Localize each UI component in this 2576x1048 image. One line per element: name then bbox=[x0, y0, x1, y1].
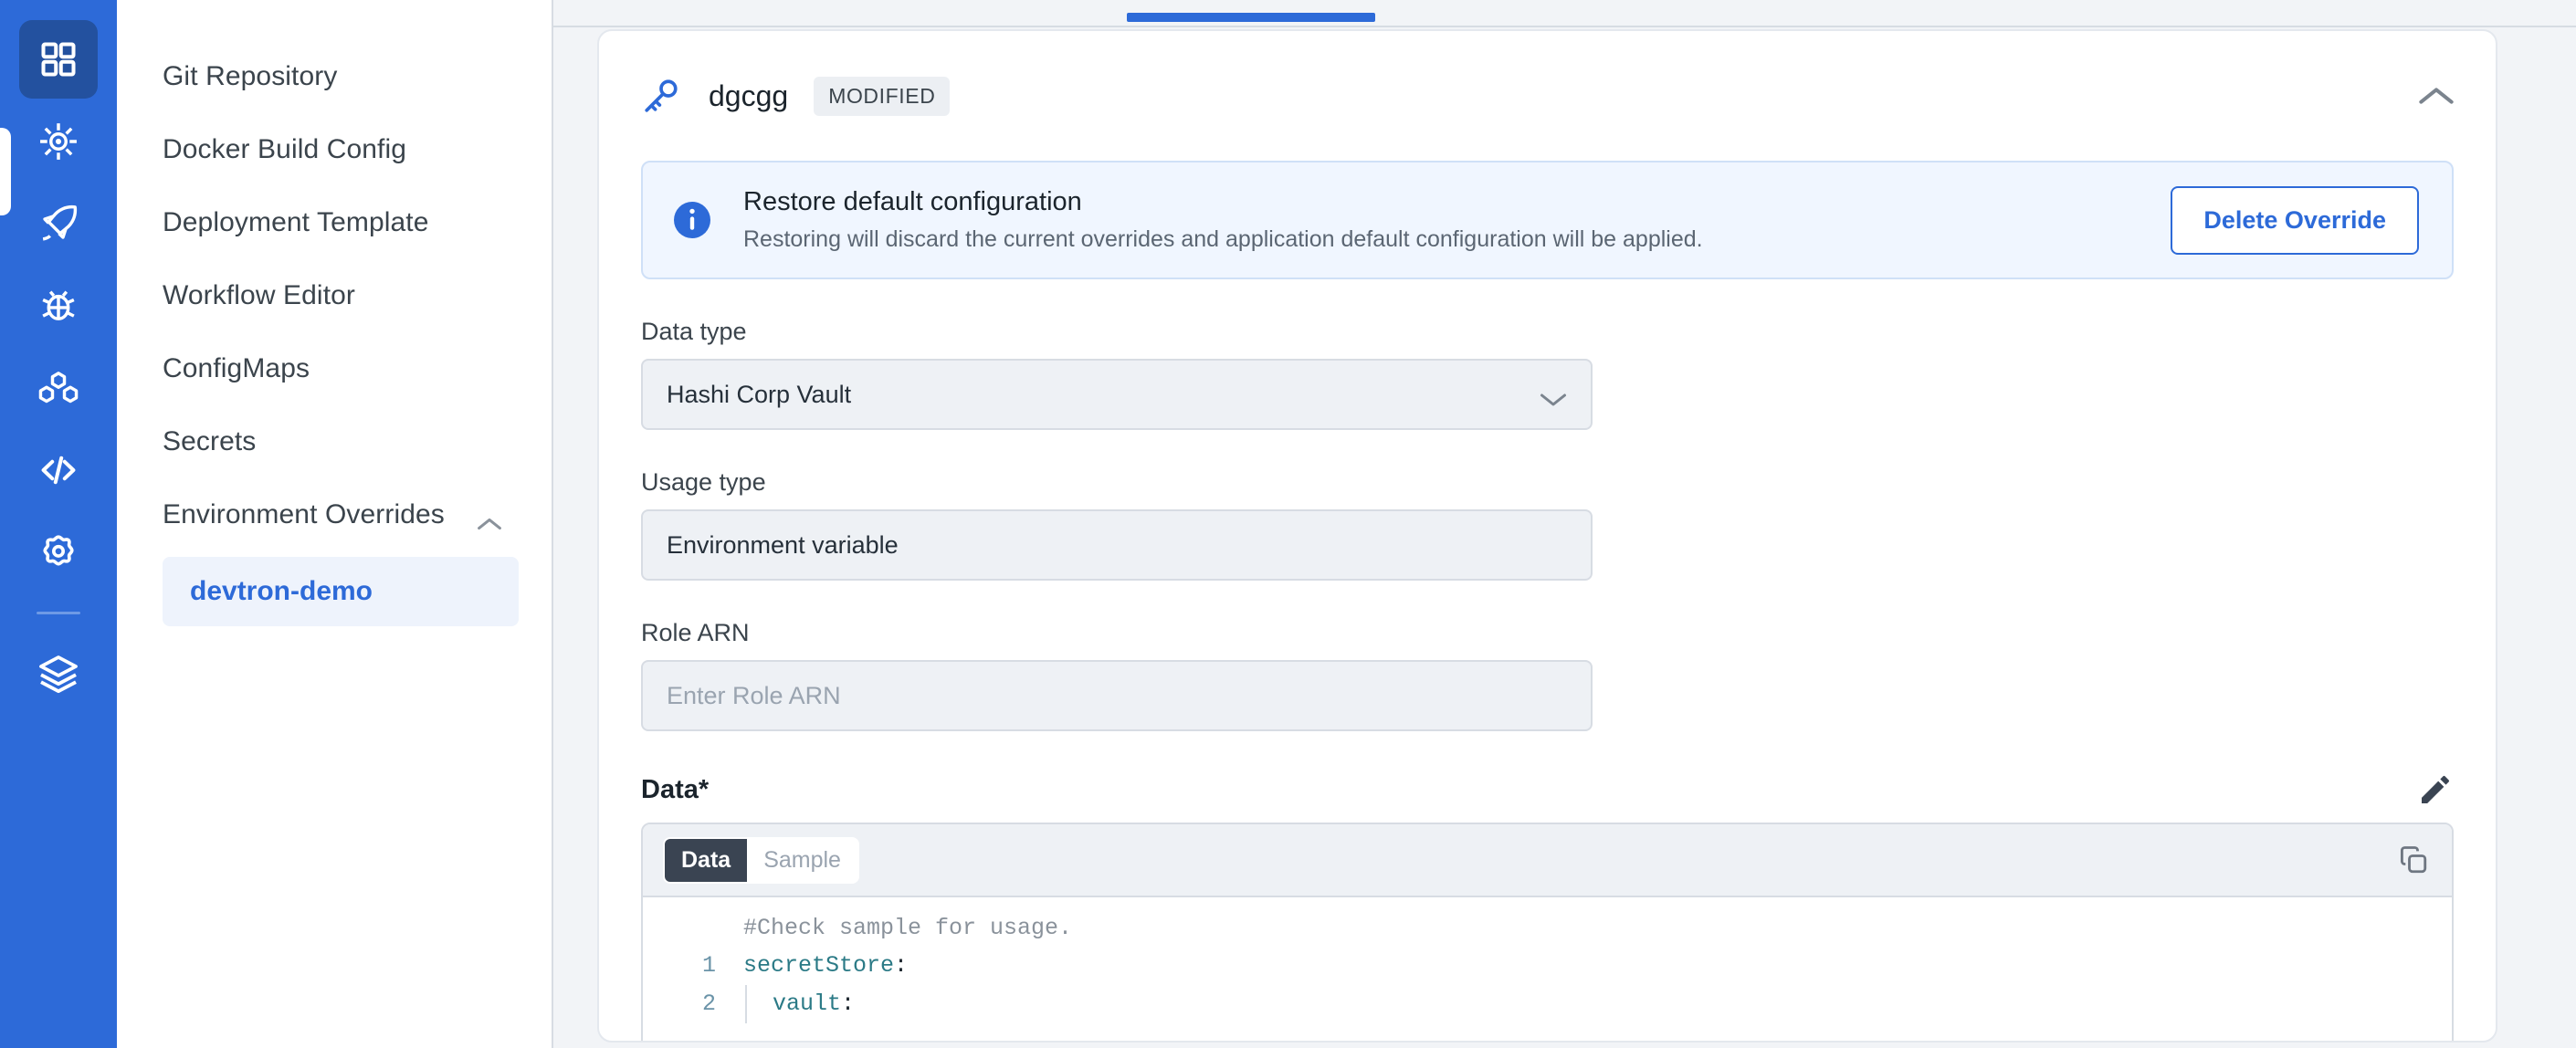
chevron-up-icon bbox=[477, 508, 502, 530]
chevron-up-icon bbox=[2418, 85, 2455, 111]
data-section-label: Data* bbox=[641, 774, 710, 804]
sidebar-item-label: devtron-demo bbox=[190, 576, 373, 606]
rail-item-deployments[interactable] bbox=[19, 184, 98, 263]
line-number: 2 bbox=[701, 990, 716, 1017]
sidebar-item-docker-build-config[interactable]: Docker Build Config bbox=[117, 113, 552, 186]
copy-icon[interactable] bbox=[2397, 844, 2430, 876]
indent-guide: vault: bbox=[745, 985, 855, 1023]
sidebar-item-devtron-demo[interactable]: devtron-demo bbox=[163, 557, 519, 626]
role-arn-placeholder: Enter Role ARN bbox=[667, 681, 841, 709]
rail-item-code[interactable] bbox=[19, 431, 98, 509]
rail-item-global-configurations[interactable] bbox=[19, 513, 98, 592]
sidebar-item-label: ConfigMaps bbox=[163, 353, 310, 383]
rail-divider bbox=[37, 612, 80, 614]
secret-config-card: dgcgg MODIFIED Restore default configura… bbox=[597, 29, 2497, 1043]
rail-item-security[interactable] bbox=[19, 267, 98, 345]
card-header: dgcgg MODIFIED bbox=[641, 64, 2454, 128]
helm-chart-icon bbox=[37, 121, 79, 162]
chevron-down-icon bbox=[1540, 386, 1567, 406]
banner-subtitle: Restoring will discard the current overr… bbox=[743, 226, 1703, 252]
code-line: 2 vault: bbox=[643, 985, 2452, 1023]
sidebar-item-configmaps[interactable]: ConfigMaps bbox=[117, 332, 552, 405]
restore-default-banner: Restore default configuration Restoring … bbox=[641, 161, 2454, 279]
usage-type-value: Environment variable bbox=[667, 530, 899, 559]
code-comment: #Check sample for usage. bbox=[743, 915, 1073, 941]
sidebar-item-workflow-editor[interactable]: Workflow Editor bbox=[117, 259, 552, 332]
usage-type-label: Usage type bbox=[641, 468, 766, 496]
card-collapse-button[interactable] bbox=[2415, 82, 2457, 113]
page-title: dgcgg bbox=[709, 79, 789, 112]
bug-icon bbox=[37, 285, 79, 327]
role-arn-input[interactable]: Enter Role ARN bbox=[641, 660, 1593, 731]
sidebar-item-label: Deployment Template bbox=[163, 207, 429, 237]
role-arn-label: Role ARN bbox=[641, 619, 750, 646]
editor-toolbar: Data Sample bbox=[643, 824, 2452, 897]
usage-type-field[interactable]: Environment variable bbox=[641, 509, 1593, 581]
code-key: secretStore bbox=[743, 952, 895, 979]
sidebar-item-git-repository[interactable]: Git Repository bbox=[117, 40, 552, 113]
rail-item-clusters[interactable] bbox=[19, 349, 98, 427]
data-section-header: Data* bbox=[641, 771, 2454, 808]
status-badge: MODIFIED bbox=[814, 76, 951, 116]
rail-item-stack-manager[interactable] bbox=[19, 634, 98, 713]
app-root: Git Repository Docker Build Config Deplo… bbox=[0, 0, 2576, 1048]
editor-tab-group: Data Sample bbox=[663, 836, 859, 884]
banner-text: Restore default configuration Restoring … bbox=[743, 187, 2171, 253]
rail-active-notch bbox=[0, 128, 11, 215]
tab-sample[interactable]: Sample bbox=[747, 838, 857, 882]
apps-grid-icon bbox=[38, 39, 79, 79]
sidebar-group-label: Environment Overrides bbox=[163, 499, 445, 529]
delete-override-button[interactable]: Delete Override bbox=[2171, 185, 2419, 255]
banner-title: Restore default configuration bbox=[743, 187, 1082, 216]
line-number: 1 bbox=[701, 952, 716, 979]
top-tab-strip bbox=[553, 0, 2576, 27]
sidebar-item-secrets[interactable]: Secrets bbox=[117, 405, 552, 478]
data-type-label: Data type bbox=[641, 318, 747, 345]
rocket-icon bbox=[37, 203, 79, 245]
code-key: vault bbox=[773, 990, 842, 1017]
sidebar-item-label: Workflow Editor bbox=[163, 280, 356, 310]
data-type-value: Hashi Corp Vault bbox=[667, 380, 852, 408]
content-area: dgcgg MODIFIED Restore default configura… bbox=[553, 0, 2576, 1048]
rail-item-applications[interactable] bbox=[19, 20, 98, 99]
gear-icon bbox=[37, 531, 79, 573]
key-icon bbox=[641, 76, 681, 116]
code-body[interactable]: #Check sample for usage. 1 secretStore: … bbox=[643, 897, 2452, 1023]
primary-icon-rail bbox=[0, 0, 117, 1048]
tab-data[interactable]: Data bbox=[665, 838, 748, 882]
data-code-editor[interactable]: Data Sample #Check sample for usage. 1 s… bbox=[641, 823, 2454, 1041]
sidebar-item-deployment-template[interactable]: Deployment Template bbox=[117, 186, 552, 259]
code-punct: : bbox=[841, 990, 856, 1017]
info-icon bbox=[670, 198, 714, 242]
clusters-icon bbox=[37, 367, 79, 409]
code-icon bbox=[37, 448, 80, 492]
stack-icon bbox=[37, 652, 80, 696]
config-sidebar: Git Repository Docker Build Config Deplo… bbox=[117, 0, 553, 1048]
sidebar-item-label: Docker Build Config bbox=[163, 134, 407, 164]
active-tab-indicator[interactable] bbox=[1127, 13, 1375, 22]
code-line: 1 secretStore: bbox=[643, 947, 2452, 985]
code-punct: : bbox=[894, 952, 909, 979]
sidebar-group-environment-overrides[interactable]: Environment Overrides bbox=[117, 478, 552, 551]
sidebar-item-label: Secrets bbox=[163, 426, 257, 456]
rail-item-chart-store[interactable] bbox=[19, 102, 98, 181]
data-type-select[interactable]: Hashi Corp Vault bbox=[641, 359, 1593, 430]
sidebar-item-label: Git Repository bbox=[163, 61, 338, 91]
pencil-icon[interactable] bbox=[2417, 771, 2454, 808]
